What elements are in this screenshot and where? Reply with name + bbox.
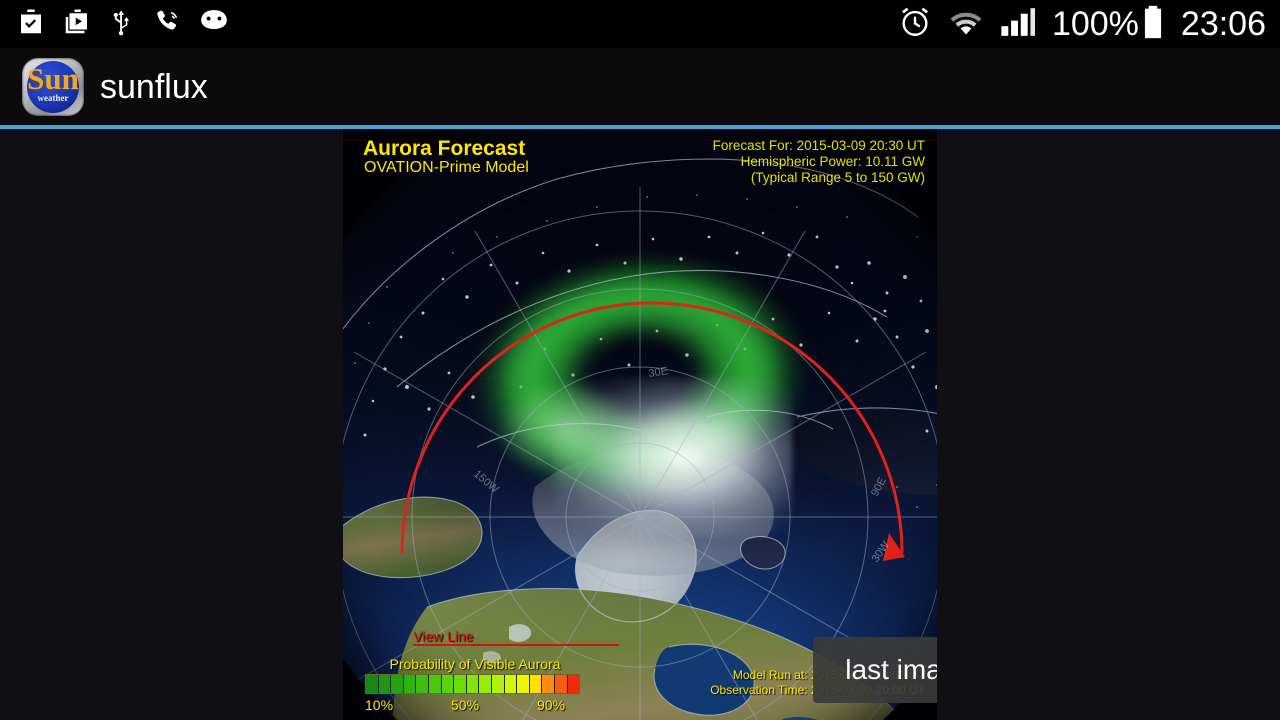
legend-tick-10: 10% bbox=[365, 697, 394, 713]
app-bar: Sun weather sunflux bbox=[0, 48, 1280, 126]
battery-status: 100% bbox=[1052, 5, 1165, 44]
aurora-title: Aurora Forecast bbox=[363, 137, 526, 160]
legend-tick-90: 90% bbox=[537, 697, 566, 713]
legend-swatch bbox=[529, 675, 543, 693]
logo-weather-text: weather bbox=[37, 93, 69, 103]
wifi-icon bbox=[948, 7, 984, 42]
alarm-clock-icon bbox=[898, 5, 932, 44]
toast-text: last image from NASA bbox=[845, 654, 937, 685]
sunflux-logo: Sun weather bbox=[22, 58, 84, 116]
legend-swatch bbox=[517, 675, 530, 693]
checked-bag-icon bbox=[16, 7, 46, 42]
view-line-rule bbox=[413, 644, 619, 646]
legend-swatch bbox=[542, 675, 555, 693]
aurora-probability-legend: Probability of Visible Aurora 10% 50% 90… bbox=[365, 656, 585, 715]
legend-swatch bbox=[479, 675, 492, 693]
view-line-label: View Line bbox=[413, 628, 474, 644]
legend-swatch bbox=[454, 675, 467, 693]
legend-swatch bbox=[403, 675, 417, 693]
app-title: sunflux bbox=[100, 68, 208, 106]
legend-swatch bbox=[441, 675, 455, 693]
legend-swatch bbox=[416, 675, 429, 693]
legend-tick-labels: 10% 50% 90% bbox=[365, 697, 580, 715]
legend-swatch bbox=[428, 675, 442, 693]
status-bar-left-icons bbox=[0, 7, 230, 42]
legend-title: Probability of Visible Aurora bbox=[389, 656, 561, 672]
hemispheric-power-label: Hemispheric Power: 10.11 GW bbox=[740, 154, 925, 169]
typical-range-label: (Typical Range 5 to 150 GW) bbox=[750, 170, 925, 185]
legend-swatch bbox=[491, 675, 505, 693]
legend-swatch bbox=[391, 675, 404, 693]
signal-bars-icon bbox=[1000, 6, 1036, 43]
legend-swatch bbox=[504, 675, 518, 693]
forecast-for-label: Forecast For: 2015-03-09 20:30 UT bbox=[712, 138, 925, 153]
aurora-forecast-image[interactable]: 30E 90E 150W 30W 15 N Aurora Forecast OV… bbox=[343, 129, 937, 720]
app-screen: 100% 23:06 Sun weather sunflux 30E 90E 1… bbox=[0, 0, 1280, 720]
battery-percent-label: 100% bbox=[1051, 5, 1139, 43]
status-bar: 100% 23:06 bbox=[0, 0, 1280, 48]
content-stage: 30E 90E 150W 30W 15 N Aurora Forecast OV… bbox=[0, 129, 1280, 720]
android-head-icon bbox=[198, 7, 230, 42]
aurora-subtitle: OVATION-Prime Model bbox=[364, 159, 529, 176]
legend-swatch bbox=[466, 675, 480, 693]
toast-message: last image from NASA bbox=[813, 637, 937, 703]
forecast-info-block: Forecast For: 2015-03-09 20:30 UT Hemisp… bbox=[713, 138, 925, 186]
legend-swatch bbox=[366, 675, 379, 693]
status-bar-right-icons: 100% 23:06 bbox=[898, 5, 1280, 44]
usb-icon bbox=[108, 7, 136, 42]
legend-swatch bbox=[554, 675, 568, 693]
phone-call-icon bbox=[152, 7, 182, 42]
legend-swatch bbox=[567, 675, 580, 693]
logo-sun-text: Sun bbox=[27, 61, 79, 96]
legend-tick-50: 50% bbox=[451, 697, 480, 713]
battery-icon bbox=[1141, 5, 1165, 44]
clock-label: 23:06 bbox=[1180, 5, 1266, 43]
legend-swatch bbox=[378, 675, 392, 693]
play-store-icon bbox=[62, 7, 92, 42]
legend-color-bar bbox=[365, 674, 580, 694]
